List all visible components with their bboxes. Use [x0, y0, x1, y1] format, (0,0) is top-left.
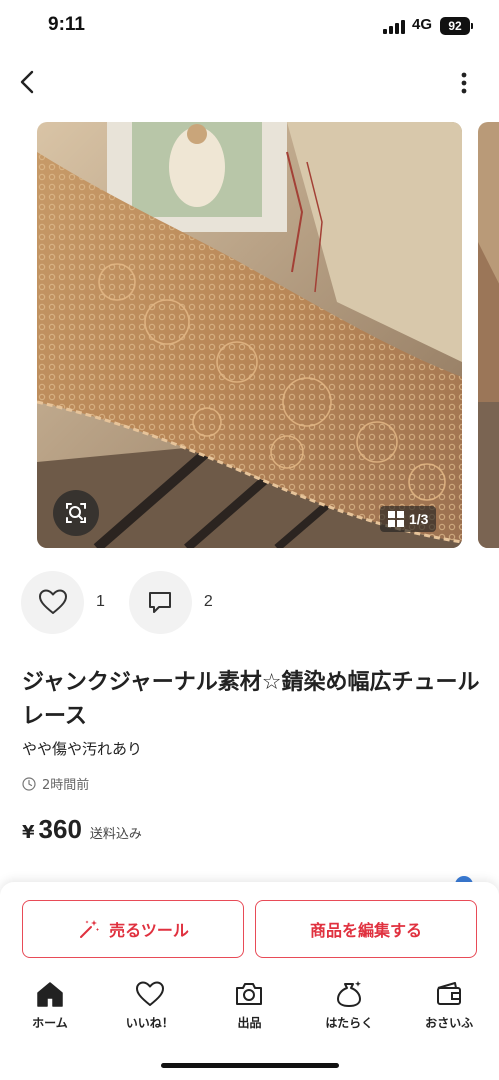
tab-wallet[interactable]: おさいふ: [399, 978, 499, 1040]
tab-home[interactable]: ホーム: [0, 978, 100, 1040]
status-bar: 9:11 4G 92: [0, 0, 499, 56]
tab-work-label: はたらく: [325, 1016, 374, 1030]
comment-count: 2: [203, 593, 213, 610]
tab-sell-label: 出品: [237, 1016, 262, 1030]
network-type: 4G: [412, 16, 433, 33]
image-search-button[interactable]: [53, 490, 99, 536]
more-vertical-icon: [461, 72, 467, 94]
like-count: 1: [96, 593, 105, 610]
tab-sell[interactable]: 出品: [200, 978, 300, 1040]
photo-counter-text: 1/3: [409, 511, 429, 527]
wallet-icon: [437, 982, 462, 1005]
tab-likes[interactable]: いいね！: [100, 978, 200, 1040]
like-button[interactable]: [21, 570, 84, 634]
tab-wallet-label: おさいふ: [425, 1016, 474, 1030]
shipping-label: 送料込み: [89, 827, 142, 842]
tab-bar: ホーム いいね！ 出品 はたらく おさいふ: [0, 978, 499, 1040]
item-condition: やや傷や汚れあり: [22, 740, 143, 758]
status-time: 9:11: [48, 14, 85, 35]
next-photo-preview[interactable]: [478, 122, 499, 548]
photo-counter: 1/3: [380, 506, 437, 532]
image-search-icon: [66, 503, 86, 523]
posted-time-text: 2時間前: [42, 778, 90, 793]
tab-likes-label: いいね！: [125, 1016, 174, 1030]
photo-gallery[interactable]: [0, 122, 499, 548]
sell-tool-button[interactable]: 売るツール: [22, 900, 244, 958]
price: ¥ 360 送料込み: [22, 814, 142, 845]
lace-photo-illustration: [37, 122, 462, 548]
product-photo[interactable]: [37, 122, 462, 548]
price-value: 360: [38, 814, 82, 844]
edit-item-button[interactable]: 商品を編集する: [255, 900, 477, 958]
tab-work[interactable]: はたらく: [299, 978, 399, 1040]
price-currency: ¥: [22, 822, 35, 843]
heart-icon: [135, 981, 164, 1006]
camera-icon: [236, 983, 263, 1005]
posted-time: 2時間前: [22, 774, 89, 793]
money-bag-icon: [337, 981, 362, 1007]
magic-wand-icon: [80, 920, 100, 938]
item-title: ジャンクジャーナル素材☆錆染め幅広チュールレース: [22, 670, 480, 729]
next-photo-illustration: [478, 122, 499, 548]
more-options-button[interactable]: [450, 66, 478, 100]
battery-icon: 92: [440, 17, 470, 35]
sell-tool-label: 売るツール: [109, 921, 189, 940]
comment-button[interactable]: [128, 570, 192, 634]
back-button[interactable]: [10, 64, 46, 100]
edit-item-label: 商品を編集する: [309, 921, 422, 940]
heart-icon: [38, 589, 67, 614]
signal-icon: [383, 20, 407, 34]
home-indicator: [161, 1063, 339, 1068]
clock-icon: [22, 776, 36, 791]
comment-icon: [149, 592, 172, 613]
battery-tip: [471, 23, 473, 29]
engagement-row: 1 2: [21, 570, 237, 634]
tab-home-label: ホーム: [32, 1016, 68, 1030]
home-icon: [37, 982, 63, 1007]
chevron-left-icon: [20, 70, 34, 94]
image-grid-icon: [388, 511, 404, 527]
